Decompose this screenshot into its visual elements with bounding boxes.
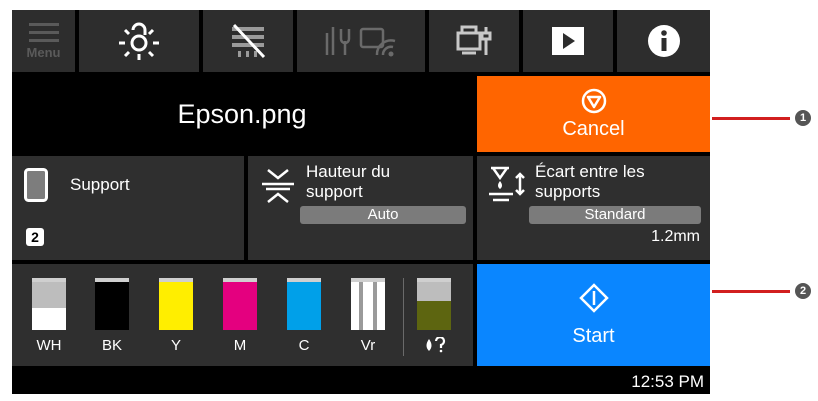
- media-label: Support: [70, 175, 130, 194]
- printer-control-panel: Menu Epson.png Cancel Support 2 Hauteur …: [12, 10, 710, 394]
- waste-ink-icon: [426, 336, 446, 353]
- ink-bar-vr: [351, 278, 385, 330]
- head-cleaning-button[interactable]: [203, 10, 293, 72]
- media-panel[interactable]: Support 2: [12, 156, 244, 260]
- ink-empty: [32, 282, 66, 308]
- stop-icon: [581, 88, 606, 113]
- ink-fill: [223, 282, 257, 330]
- ink-stripe: [359, 282, 363, 330]
- ink-vr[interactable]: Vr: [351, 278, 385, 354]
- info-button[interactable]: [617, 10, 710, 72]
- file-name: Epson.png: [177, 98, 307, 129]
- ink-bar-c: [287, 278, 321, 330]
- ink-fill: [32, 308, 66, 330]
- ink-bar-y: [159, 278, 193, 330]
- manual-button[interactable]: [523, 10, 613, 72]
- callout-line-2: [712, 290, 790, 293]
- ink-y[interactable]: Y: [159, 278, 193, 354]
- maintenance-icon: [456, 25, 492, 55]
- ink-label-m: M: [233, 337, 247, 354]
- ink-fill: [95, 282, 129, 330]
- ink-bar-wh: [32, 278, 66, 330]
- ink-label-vr: Vr: [360, 337, 376, 354]
- status-bar: 12:53 PM: [12, 370, 710, 394]
- ink-fill: [159, 282, 193, 330]
- head-cleaning-icon: [232, 23, 266, 59]
- ink-bar-bk: [95, 278, 129, 330]
- platen-height-value: Auto: [300, 206, 466, 224]
- light-icon: [119, 22, 159, 60]
- ink-label-bk: BK: [101, 337, 122, 354]
- ink-label-y: Y: [170, 337, 181, 354]
- toolbar: Menu: [12, 10, 710, 72]
- platen-height-icon: [262, 169, 294, 203]
- platen-height-panel[interactable]: Hauteur du support Auto: [248, 156, 473, 260]
- menu-button[interactable]: Menu: [12, 10, 75, 72]
- ink-fill: [287, 282, 321, 330]
- menu-label: Menu: [26, 44, 61, 60]
- maintenance-button[interactable]: [429, 10, 519, 72]
- menu-icon: [28, 22, 59, 42]
- ink-label-c: C: [298, 337, 310, 354]
- platen-height-title-1: Hauteur du: [306, 162, 391, 181]
- ink-fill: [417, 301, 451, 330]
- ink-label-wh: WH: [36, 337, 62, 354]
- platen-height-title-2: support: [306, 182, 363, 201]
- platen-gap-title-1: Écart entre les: [535, 162, 645, 181]
- ink-empty: [417, 282, 451, 301]
- clock: 12:53 PM: [631, 372, 704, 391]
- ink-divider: [403, 278, 404, 356]
- platen-gap-panel[interactable]: Écart entre les supports Standard 1.2mm: [477, 156, 710, 260]
- callout-2: 2: [795, 283, 811, 299]
- manual-icon: [552, 27, 584, 55]
- ink-levels-panel[interactable]: WH BK Y M C Vr: [12, 264, 473, 366]
- platen-gap-icon: [489, 166, 525, 202]
- platen-gap-title-2: supports: [535, 182, 601, 201]
- light-button[interactable]: [79, 10, 199, 72]
- ink-wh[interactable]: WH: [32, 278, 66, 354]
- callout-line-1: [712, 117, 790, 120]
- info-icon: [647, 25, 680, 57]
- media-number-badge: 2: [26, 228, 44, 246]
- ink-m[interactable]: M: [223, 278, 257, 354]
- ink-bar-waste: [417, 278, 451, 330]
- waste-ink[interactable]: [417, 278, 451, 357]
- ink-bk[interactable]: BK: [95, 278, 129, 354]
- platen-gap-measure: 1.2mm: [651, 228, 700, 245]
- start-icon: [578, 282, 609, 313]
- cancel-label: Cancel: [562, 117, 625, 140]
- ink-stripe: [373, 282, 377, 330]
- network-status-button[interactable]: [297, 10, 425, 72]
- platen-gap-value: Standard: [529, 206, 701, 224]
- start-button[interactable]: Start: [477, 264, 710, 366]
- callout-1: 1: [795, 110, 811, 126]
- start-label: Start: [572, 324, 615, 347]
- ink-fill: [351, 282, 385, 330]
- media-icon: [24, 168, 48, 202]
- ink-c[interactable]: C: [287, 278, 321, 354]
- cancel-button[interactable]: Cancel: [477, 76, 710, 152]
- ink-bar-m: [223, 278, 257, 330]
- network-icon: [325, 27, 396, 57]
